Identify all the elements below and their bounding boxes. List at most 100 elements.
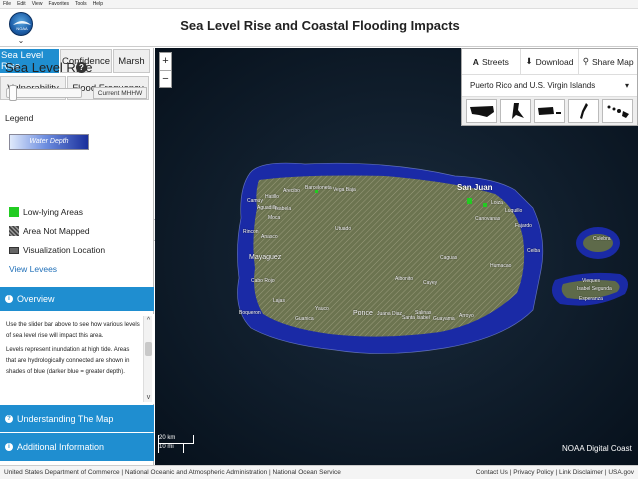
overview-panel-header[interactable]: i Overview (0, 287, 154, 311)
legend-label: Low-lying Areas (23, 207, 84, 217)
menu-edit[interactable]: Edit (17, 0, 26, 8)
map-label: Arroyo (459, 313, 474, 319)
menu-favorites[interactable]: Favorites (48, 0, 69, 8)
hawaii-map-icon[interactable] (602, 99, 633, 123)
map-label: Loiza (491, 200, 503, 206)
scroll-up-icon[interactable]: ^ (144, 316, 153, 325)
location-swatch-icon (9, 246, 19, 254)
map-label: Ceiba (527, 248, 541, 254)
footer-agency-links[interactable]: United States Department of Commerce | N… (4, 466, 341, 479)
map-label: Cayey (423, 280, 438, 286)
menu-file[interactable]: File (3, 0, 11, 8)
map-scale-bar: 20 km 10 mi (158, 435, 198, 455)
understanding-panel-header[interactable]: ? Understanding The Map (0, 405, 154, 432)
map-label: Guayama (433, 316, 455, 322)
link-icon: ⚲ (582, 56, 589, 66)
legend-label: Area Not Mapped (23, 226, 90, 236)
legend-item-location: Visualization Location (9, 245, 105, 255)
menu-help[interactable]: Help (93, 0, 103, 8)
legend-item-not-mapped: Area Not Mapped (9, 226, 90, 236)
page-title: Sea Level Rise and Coastal Flooding Impa… (180, 18, 460, 33)
map-label: Vieques (582, 278, 600, 284)
menu-tools[interactable]: Tools (75, 0, 87, 8)
map-label: Caguas (440, 255, 458, 261)
map-label: Cabo Rojo (251, 278, 275, 284)
map-label: Isabel Segunda (577, 286, 612, 292)
map-label: Isabela (275, 206, 292, 212)
alaska-map-icon[interactable] (500, 99, 531, 123)
map-label: Utuado (335, 226, 352, 232)
scale-km: 20 km (158, 435, 194, 444)
help-icon[interactable]: ? (76, 62, 87, 73)
streets-label: Streets (481, 56, 509, 67)
legend-item-low-lying: Low-lying Areas (9, 207, 83, 217)
download-icon: ⬇ (525, 56, 533, 66)
map-tools-panel: A Streets ⬇ Download ⚲ Share Map Puerto … (461, 48, 638, 126)
page-header: NOAA ⌄ Sea Level Rise and Coastal Floodi… (0, 9, 638, 47)
road-icon: A (472, 56, 479, 67)
overview-body: Use the slider bar above to see how vari… (0, 314, 154, 404)
view-levees-link[interactable]: View Levees (9, 264, 57, 274)
guam-map-icon[interactable] (568, 99, 599, 123)
scroll-down-icon[interactable]: v (144, 393, 153, 402)
map-label: Hatillo (265, 194, 279, 200)
overview-scrollbar[interactable]: ^ v (143, 316, 152, 402)
map-label-ponce: Ponce (353, 310, 373, 317)
question-icon: ? (5, 414, 13, 423)
map-label: Humacao (490, 263, 512, 269)
map-label: Canovanas (475, 216, 501, 222)
chevron-down-icon[interactable]: ⌄ (14, 37, 28, 45)
overview-paragraph-1: Use the slider bar above to see how vari… (6, 322, 140, 339)
slr-slider-handle[interactable] (9, 85, 17, 101)
streets-button[interactable]: A Streets (462, 49, 521, 74)
noaa-bird-icon: NOAA (13, 21, 31, 31)
noaa-logo[interactable]: NOAA (9, 12, 33, 36)
map-label: Yauco (315, 306, 329, 312)
share-map-button[interactable]: ⚲ Share Map (579, 49, 637, 74)
scale-mi: 10 mi (158, 444, 184, 453)
current-mhhw-button[interactable]: Current MHHW (93, 87, 147, 99)
region-selected-value: Puerto Rico and U.S. Virgin Islands (470, 81, 596, 90)
footer-policy-links[interactable]: Contact Us | Privacy Policy | Link Discl… (476, 466, 634, 479)
page-footer: United States Department of Commerce | N… (0, 465, 638, 479)
map-label: Arecibo (283, 188, 300, 194)
overview-paragraph-2: Levels represent inundation at high tide… (6, 347, 130, 375)
zoom-in-button[interactable]: + (160, 53, 171, 70)
map-label: Guanica (295, 316, 314, 322)
scale-km-label: 20 km (159, 435, 176, 441)
tab-marsh[interactable]: Marsh (113, 49, 150, 73)
zoom-out-button[interactable]: − (160, 70, 171, 87)
map-label: Fajardo (515, 223, 532, 229)
map-label: Rincon (243, 229, 259, 235)
slr-slider-track[interactable] (6, 88, 82, 98)
logo-text: NOAA (16, 26, 28, 31)
scale-mi-label: 10 mi (159, 444, 174, 450)
additional-label: Additional Information (17, 442, 105, 452)
map-label: Luquillo (505, 208, 523, 214)
map-label: Juana Diaz (377, 311, 403, 317)
green-swatch-icon (9, 207, 19, 217)
low-lying-area (483, 203, 487, 207)
legend-label: Visualization Location (23, 245, 106, 255)
map-label-mayaguez: Mayaguez (249, 254, 282, 261)
map-label: Esperanza (579, 296, 603, 302)
download-button[interactable]: ⬇ Download (521, 49, 580, 74)
zoom-control: + − (159, 52, 172, 88)
map-label: Vega Baja (333, 187, 356, 193)
us-map-icon[interactable] (466, 99, 497, 123)
browser-menubar: File Edit View Favorites Tools Help (0, 0, 638, 9)
hatch-swatch-icon (9, 226, 19, 236)
menu-view[interactable]: View (32, 0, 43, 8)
info-circle-icon: i (5, 443, 13, 451)
download-label: Download (535, 56, 574, 67)
additional-panel-header[interactable]: i Additional Information (0, 433, 154, 461)
map-label: Culebra (593, 236, 611, 242)
map-label: Lajas (273, 298, 285, 304)
region-thumbnails (462, 97, 637, 125)
region-select[interactable]: Puerto Rico and U.S. Virgin Islands ▾ (462, 75, 637, 97)
map-label: Moca (268, 215, 281, 221)
scroll-thumb[interactable] (145, 342, 152, 356)
puerto-rico-map-icon[interactable] (534, 99, 565, 123)
dropdown-arrow-icon: ▾ (624, 81, 629, 90)
water-depth-gradient: Water Depth (9, 134, 89, 150)
